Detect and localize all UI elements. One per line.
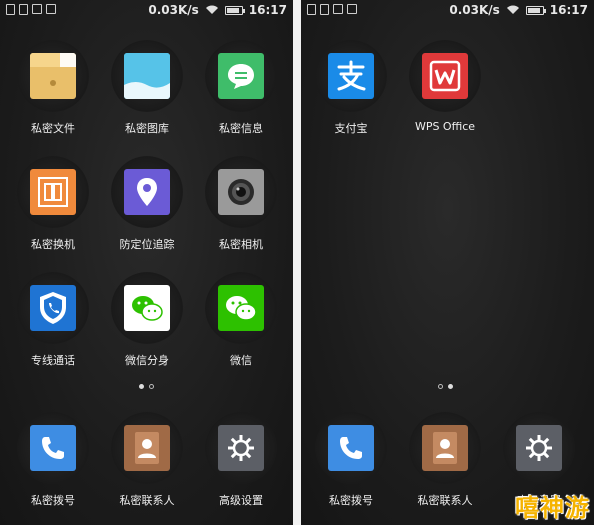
page-dot[interactable] bbox=[149, 384, 154, 389]
message-icon bbox=[218, 53, 264, 99]
dock-private-contacts[interactable]: 私密联系人 bbox=[102, 412, 192, 522]
app-anti-tracking[interactable]: 防定位追踪 bbox=[102, 156, 192, 266]
phone-icon bbox=[30, 425, 76, 471]
page-dot[interactable] bbox=[438, 384, 443, 389]
app-label: 私密信息 bbox=[219, 122, 263, 135]
transfer-icon bbox=[30, 169, 76, 215]
page-indicator bbox=[139, 384, 154, 389]
notification-icon bbox=[19, 4, 28, 15]
app-label: 私密文件 bbox=[31, 122, 75, 135]
wifi-icon bbox=[205, 5, 219, 15]
right-home-screen: 0.03K/s 16:17 支付宝 WPS Office 私密拨号 私密联系人 … bbox=[301, 0, 594, 525]
dock-private-contacts[interactable]: 私密联系人 bbox=[400, 412, 490, 522]
app-wps-office[interactable]: WPS Office bbox=[400, 40, 490, 150]
app-label: 私密换机 bbox=[31, 238, 75, 251]
app-label: 支付宝 bbox=[334, 122, 368, 135]
app-label: 防定位追踪 bbox=[119, 238, 175, 251]
clock: 16:17 bbox=[248, 3, 287, 17]
dock-private-dialer[interactable]: 私密拨号 bbox=[306, 412, 396, 522]
notification-icon bbox=[333, 4, 343, 14]
app-label: 专线通话 bbox=[31, 354, 75, 367]
wechat-icon bbox=[218, 285, 264, 331]
app-label: 私密拨号 bbox=[329, 494, 373, 507]
app-label: 私密拨号 bbox=[31, 494, 75, 507]
app-private-messages[interactable]: 私密信息 bbox=[196, 40, 286, 150]
wifi-icon bbox=[506, 5, 520, 15]
page-indicator bbox=[438, 384, 453, 389]
wps-icon bbox=[422, 53, 468, 99]
sim-icon bbox=[307, 4, 316, 15]
app-label: 高级设置 bbox=[219, 494, 263, 507]
app-wechat-clone[interactable]: 微信分身 bbox=[102, 272, 192, 382]
contact-icon bbox=[124, 425, 170, 471]
battery-icon bbox=[224, 5, 245, 15]
status-bar: 0.03K/s 16:17 bbox=[301, 0, 594, 22]
app-alipay[interactable]: 支付宝 bbox=[306, 40, 396, 150]
watermark: 嘻神游 bbox=[515, 494, 590, 522]
gallery-icon bbox=[124, 53, 170, 99]
clock: 16:17 bbox=[549, 3, 588, 17]
app-label: 微信分身 bbox=[125, 354, 169, 367]
app-label: 微信 bbox=[230, 354, 252, 367]
app-private-gallery[interactable]: 私密图库 bbox=[102, 40, 192, 150]
app-private-transfer[interactable]: 私密换机 bbox=[8, 156, 98, 266]
notification-icon bbox=[32, 4, 42, 14]
notification-icon bbox=[320, 4, 329, 15]
app-label: 私密图库 bbox=[125, 122, 169, 135]
app-wechat[interactable]: 微信 bbox=[196, 272, 286, 382]
wechat-icon bbox=[124, 285, 170, 331]
page-dot[interactable] bbox=[448, 384, 453, 389]
camera-icon bbox=[218, 169, 264, 215]
network-speed: 0.03K/s bbox=[148, 3, 199, 17]
notification-icon bbox=[46, 4, 56, 14]
app-private-files[interactable]: 私密文件 bbox=[8, 40, 98, 150]
page-dot[interactable] bbox=[139, 384, 144, 389]
app-secure-call[interactable]: 专线通话 bbox=[8, 272, 98, 382]
status-bar: 0.03K/s 16:17 bbox=[0, 0, 293, 22]
app-label: 私密相机 bbox=[219, 238, 263, 251]
location-pin-icon bbox=[124, 169, 170, 215]
gear-icon bbox=[218, 425, 264, 471]
notification-icon bbox=[347, 4, 357, 14]
network-speed: 0.03K/s bbox=[449, 3, 500, 17]
app-label: 私密联系人 bbox=[119, 494, 175, 507]
sim-icon bbox=[6, 4, 15, 15]
dock-advanced-settings[interactable]: 高级设置 bbox=[196, 412, 286, 522]
alipay-icon bbox=[328, 53, 374, 99]
left-home-screen: 0.03K/s 16:17 私密文件 私密图库 私密信息 私密换机 防定位追踪 … bbox=[0, 0, 293, 525]
dock-private-dialer[interactable]: 私密拨号 bbox=[8, 412, 98, 522]
gear-icon bbox=[516, 425, 562, 471]
phone-icon bbox=[328, 425, 374, 471]
battery-icon bbox=[525, 5, 546, 15]
folder-icon bbox=[30, 53, 76, 99]
app-private-camera[interactable]: 私密相机 bbox=[196, 156, 286, 266]
app-label: WPS Office bbox=[414, 120, 476, 133]
app-label: 私密联系人 bbox=[417, 494, 473, 507]
shield-phone-icon bbox=[30, 285, 76, 331]
contact-icon bbox=[422, 425, 468, 471]
